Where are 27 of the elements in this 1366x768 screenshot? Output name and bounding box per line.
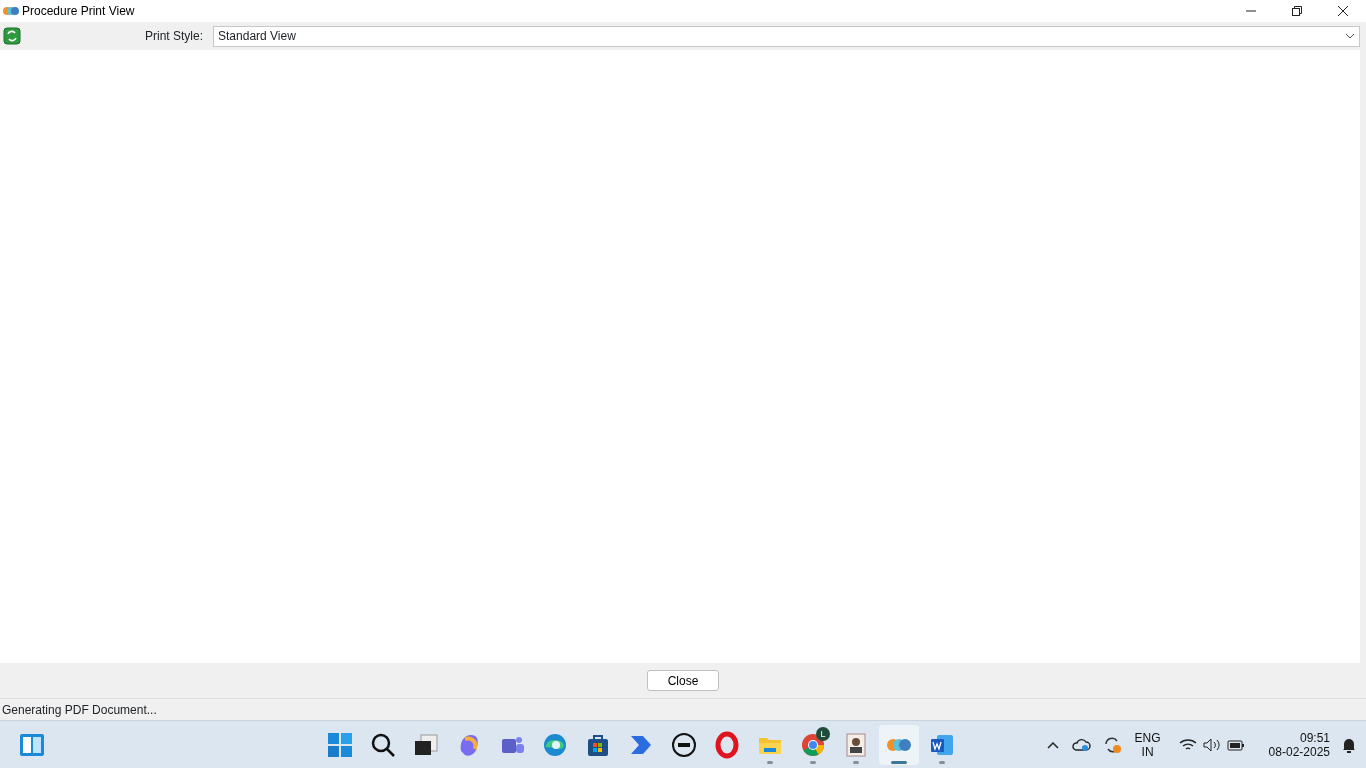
cloud-sync-icon[interactable]: [1070, 736, 1091, 753]
close-icon: [1338, 6, 1348, 16]
window-title: Procedure Print View: [22, 3, 135, 20]
profile-badge: L: [816, 726, 830, 741]
notification-bell-icon[interactable]: [1342, 736, 1356, 753]
region-indicator[interactable]: IN: [1134, 744, 1161, 759]
volume-icon[interactable]: [1202, 737, 1221, 752]
refresh-button[interactable]: [3, 27, 21, 45]
clock-date[interactable]: 08-02-2025: [1268, 744, 1330, 759]
wifi-icon[interactable]: [1178, 737, 1197, 752]
colored-circles-button[interactable]: [879, 724, 919, 765]
language-indicator[interactable]: ENG: [1134, 730, 1161, 745]
browser-circle-button[interactable]: L: [793, 724, 833, 765]
close-button[interactable]: Close: [647, 670, 719, 691]
print-style-dropdown[interactable]: Standard View: [213, 25, 1360, 47]
print-style-label: Print Style:: [145, 28, 204, 45]
battery-icon[interactable]: [1226, 738, 1245, 751]
ring-o-icon: [713, 730, 741, 759]
status-text: Generating PDF Document...: [2, 701, 157, 719]
sync-icon[interactable]: [1102, 735, 1123, 754]
chevron-up-icon[interactable]: [1046, 740, 1059, 749]
app-logo-icon: [3, 5, 19, 17]
dropdown-caret-icon: [1345, 33, 1355, 39]
restore-icon: [1292, 6, 1302, 16]
start-icon: [326, 730, 354, 759]
circle-logo-icon: [670, 730, 698, 759]
clock-time[interactable]: 09:51: [1268, 730, 1330, 745]
